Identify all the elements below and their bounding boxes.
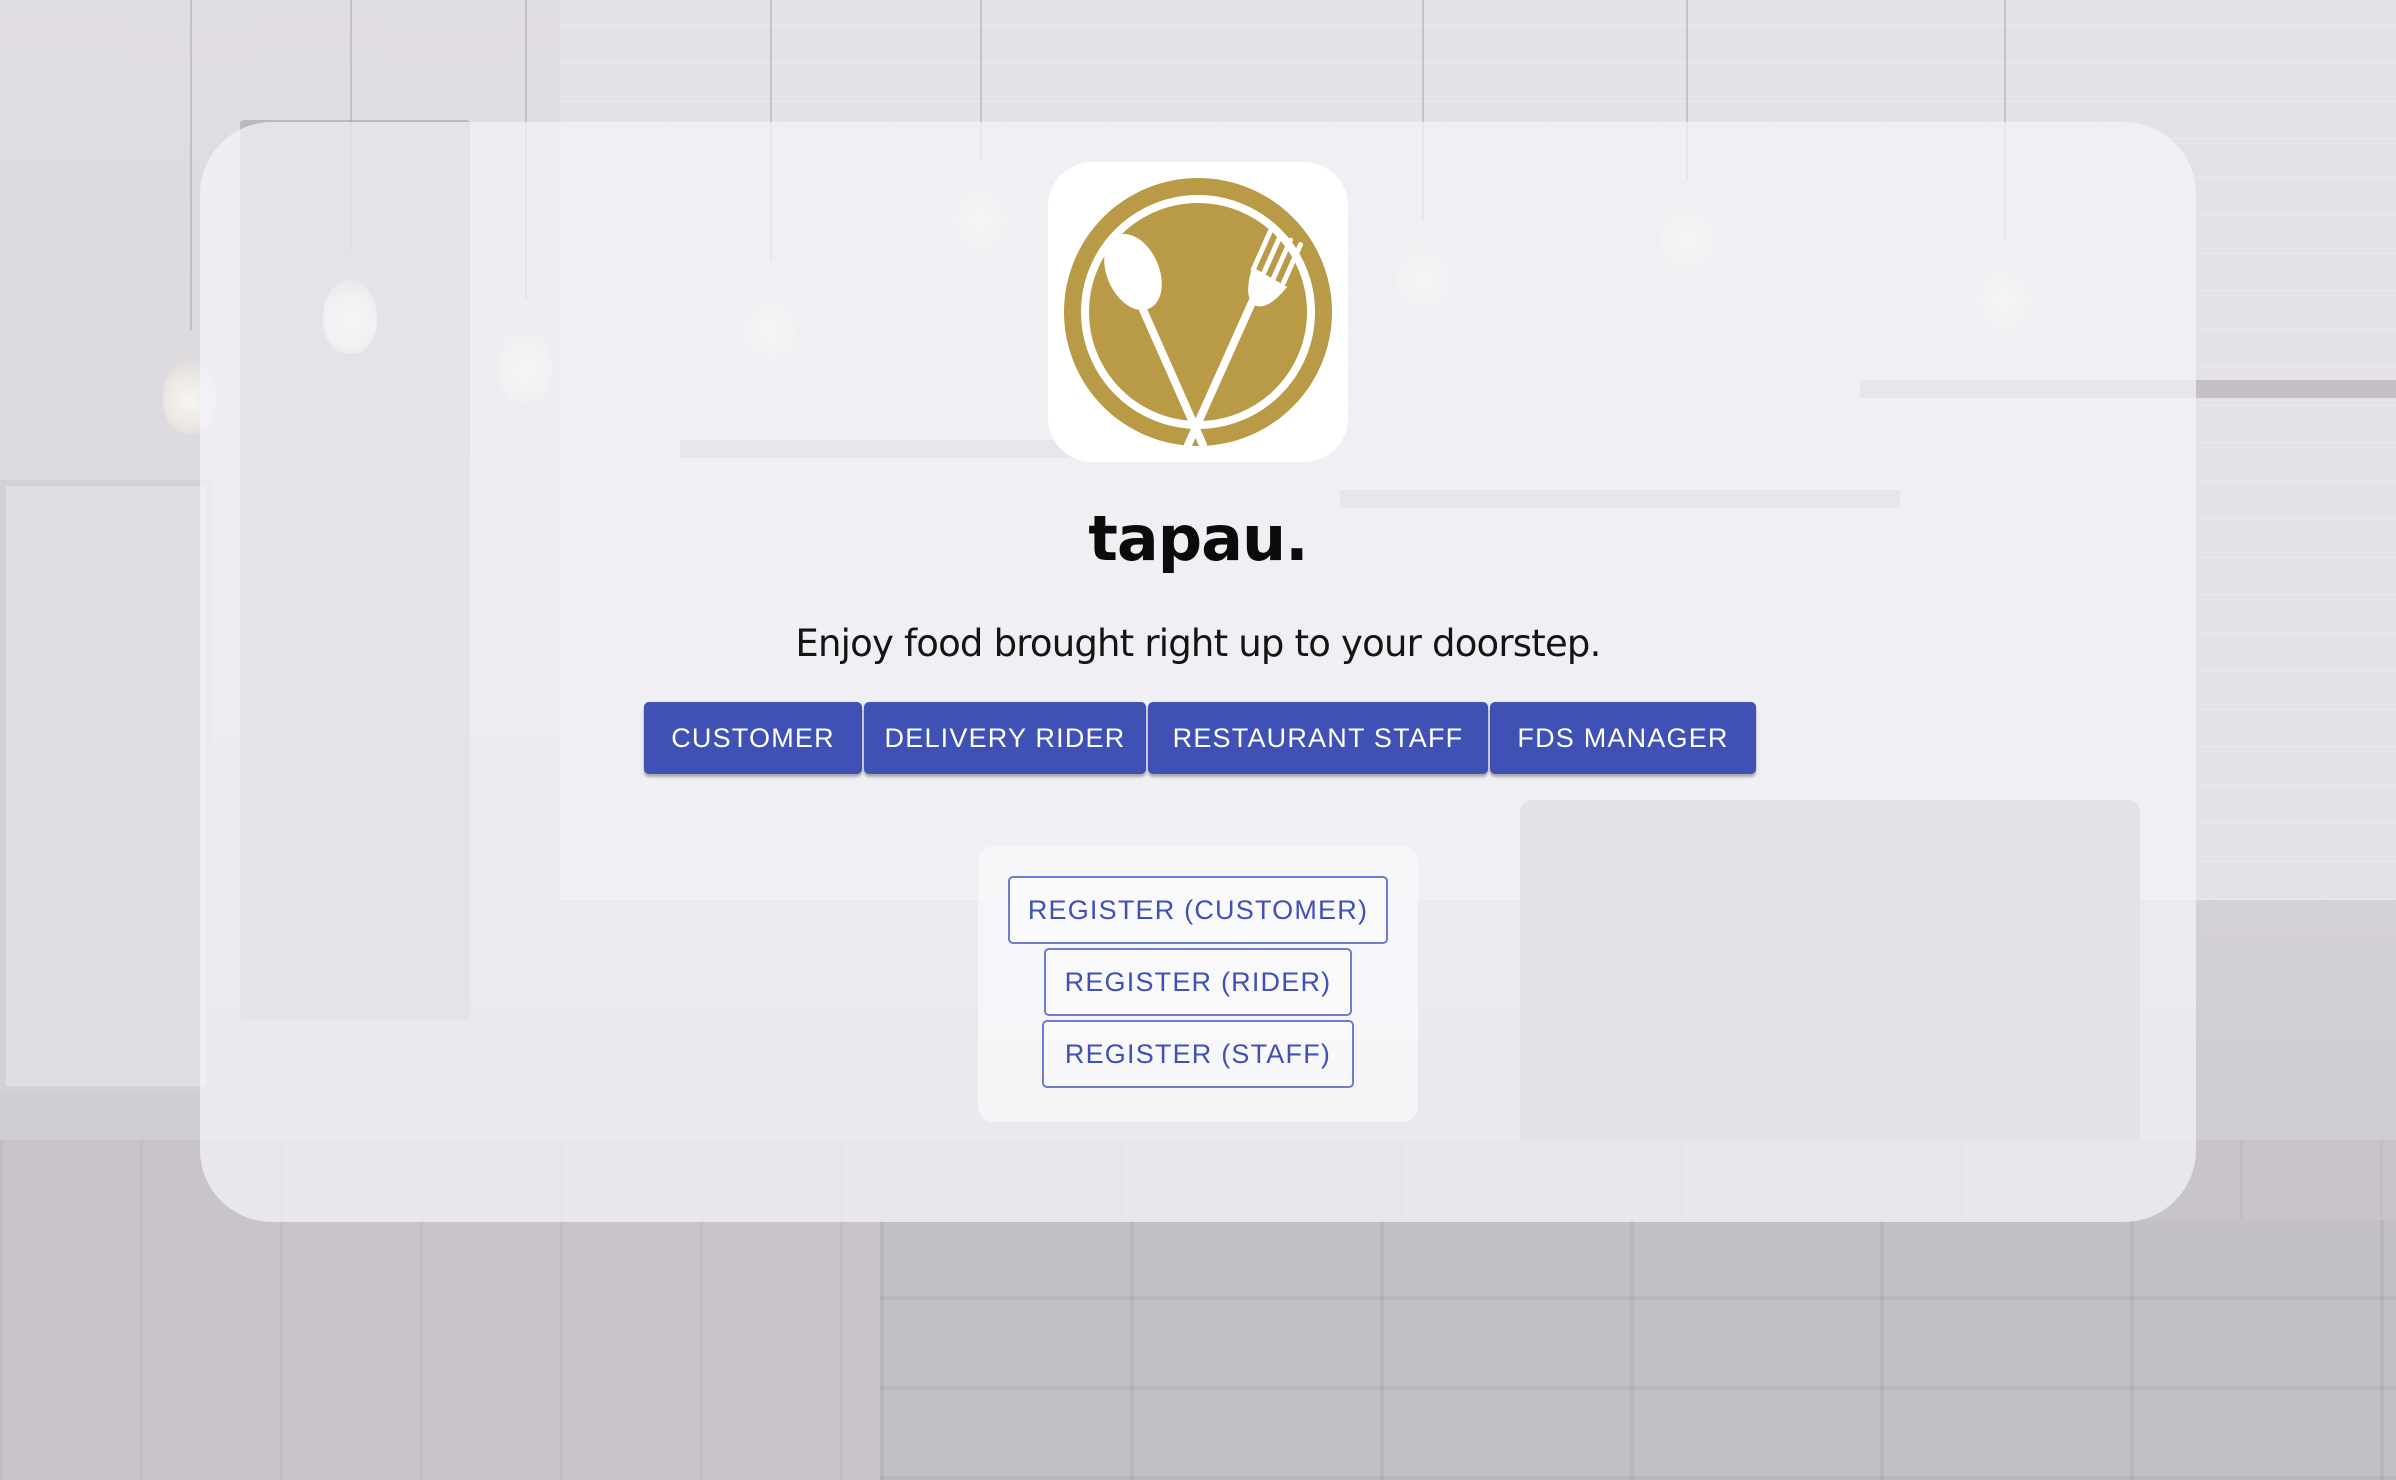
fds-manager-button[interactable]: FDS MANAGER [1490,702,1756,774]
register-customer-button[interactable]: REGISTER (CUSTOMER) [1008,876,1388,944]
landing-page: tapau. Enjoy food brought right up to yo… [0,0,2396,1480]
tagline: Enjoy food brought right up to your door… [795,622,1601,665]
logo [1048,162,1348,462]
register-rider-button[interactable]: REGISTER (RIDER) [1044,948,1352,1016]
delivery-rider-button[interactable]: DELIVERY RIDER [864,702,1146,774]
spoon-fork-plate-icon [1064,178,1332,447]
customer-button[interactable]: CUSTOMER [644,702,862,774]
role-selector: CUSTOMER DELIVERY RIDER RESTAURANT STAFF… [644,702,1756,774]
brand-title: tapau. [1088,502,1308,575]
restaurant-staff-button[interactable]: RESTAURANT STAFF [1148,702,1488,774]
register-staff-button[interactable]: REGISTER (STAFF) [1042,1020,1354,1088]
